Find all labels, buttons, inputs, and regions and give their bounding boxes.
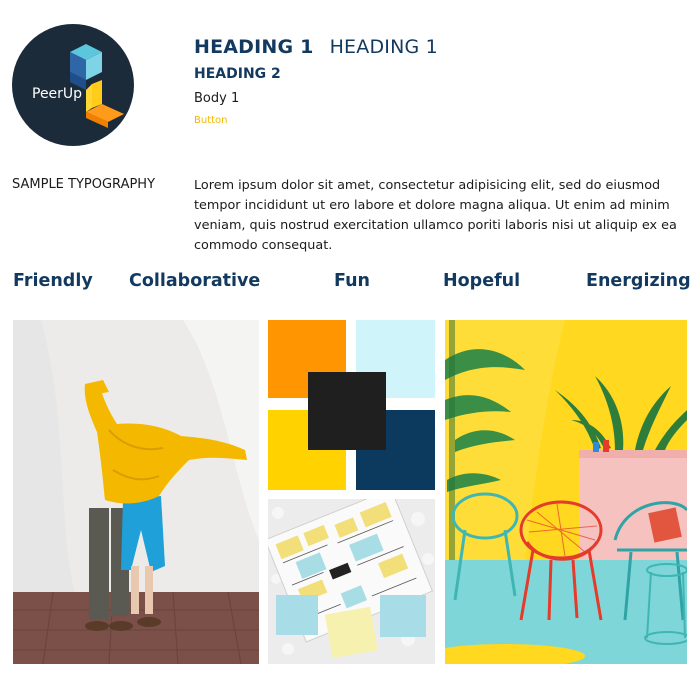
logo-cube-icon — [70, 44, 124, 128]
trait-hopeful: Hopeful — [443, 271, 521, 291]
trait-collaborative: Collaborative — [129, 271, 261, 291]
swatch-black — [308, 372, 386, 450]
color-palette — [268, 320, 435, 490]
trait-energizing: Energizing — [586, 271, 691, 291]
heading1-bold-sample: HEADING 1 — [194, 36, 314, 58]
button-sample[interactable]: Button — [194, 115, 228, 126]
photo-sticky-notes-sketch — [268, 499, 435, 664]
logo-text: PeerUp — [32, 86, 83, 102]
typography-specimens: HEADING 1 HEADING 1 HEADING 2 Body 1 But… — [194, 36, 438, 127]
brand-traits: Friendly Collaborative Fun Hopeful Energ… — [0, 271, 700, 295]
sample-paragraph: Lorem ipsum dolor sit amet, consectetur … — [194, 178, 677, 253]
sample-typography-label: SAMPLE TYPOGRAPHY — [12, 177, 156, 192]
heading2-sample: HEADING 2 — [194, 66, 281, 82]
photo-person-yellow-sweater — [13, 320, 259, 664]
photo-yellow-room-chairs — [445, 320, 687, 664]
trait-friendly: Friendly — [13, 271, 93, 291]
heading1-light-sample: HEADING 1 — [329, 36, 438, 58]
trait-fun: Fun — [334, 271, 370, 291]
body1-sample: Body 1 — [194, 91, 240, 106]
peerup-logo: PeerUp — [12, 24, 134, 146]
